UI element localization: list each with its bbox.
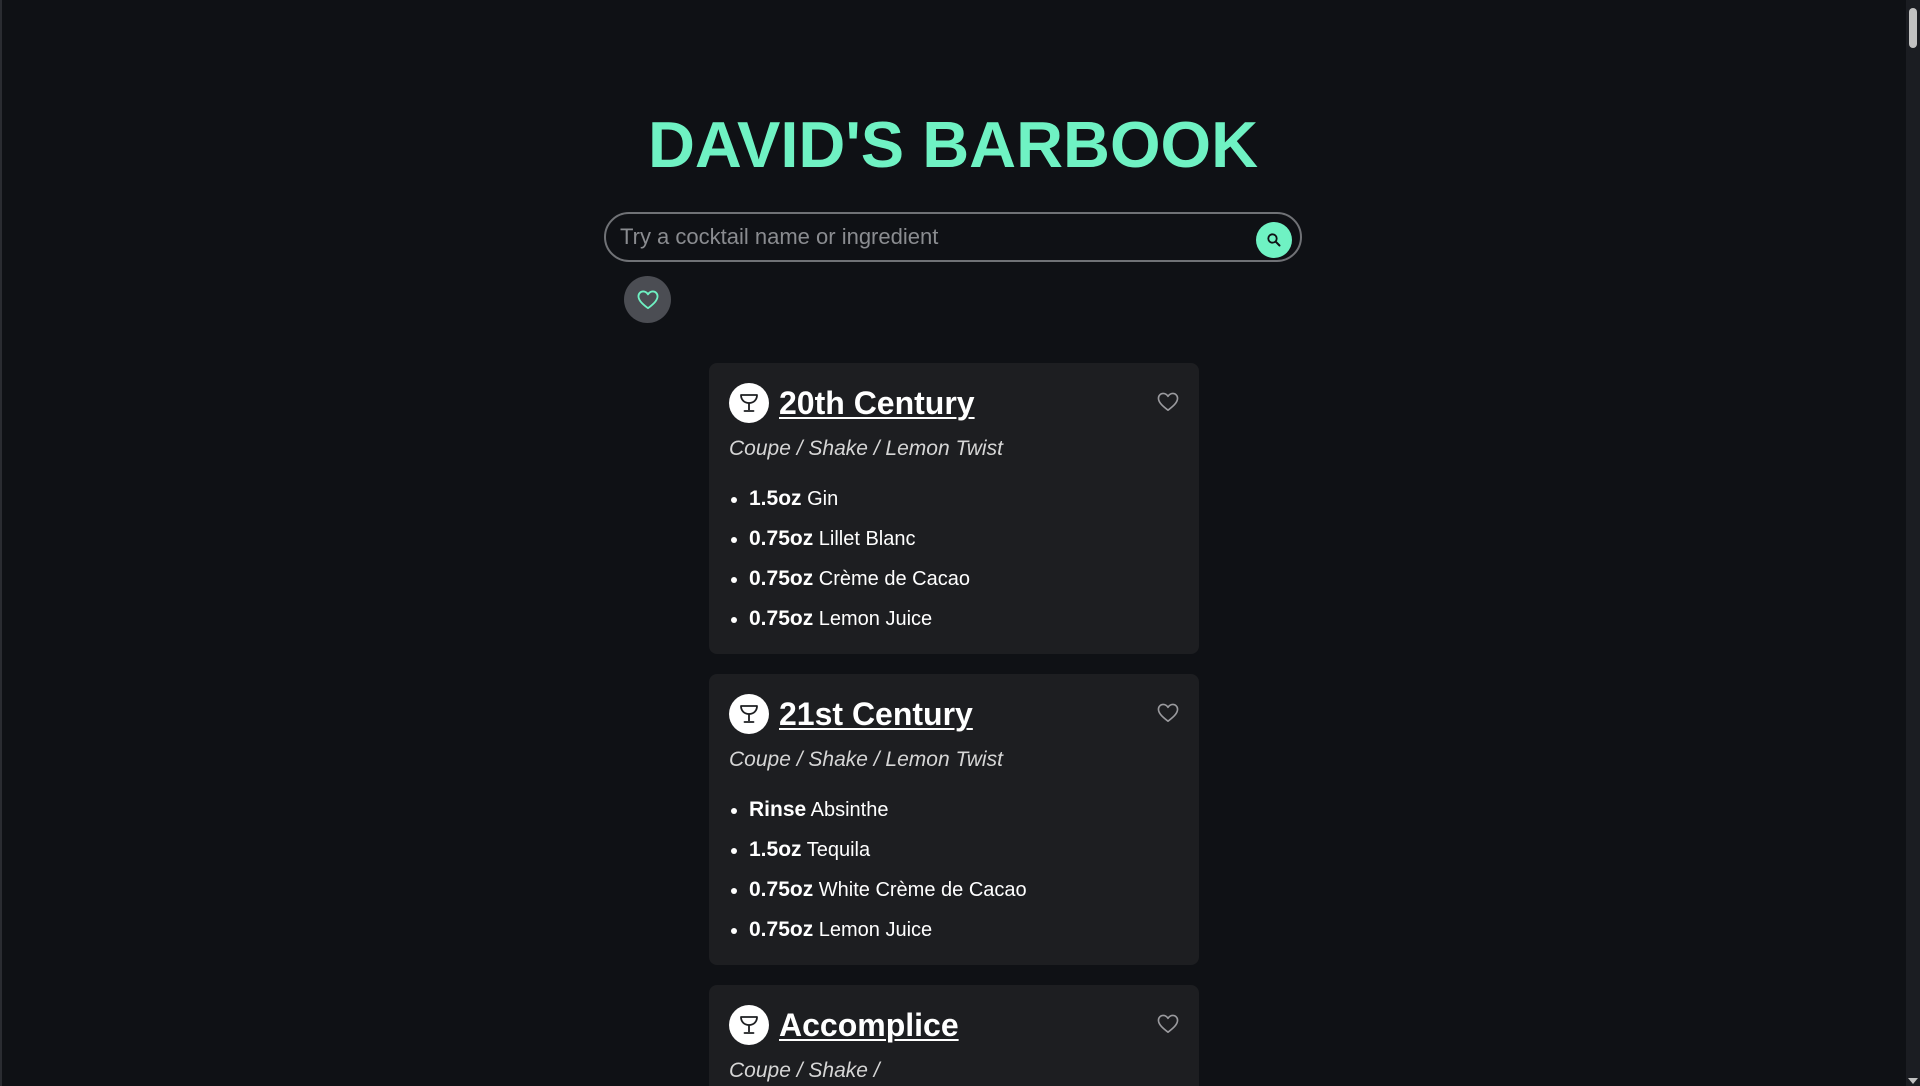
- ingredient-amount: 0.75oz: [749, 527, 814, 550]
- heart-outline-icon: [1157, 392, 1179, 412]
- search-input[interactable]: [620, 214, 1220, 260]
- coupe-glass-icon: [729, 383, 769, 423]
- heart-icon: [637, 290, 659, 310]
- ingredient-amount: 0.75oz: [749, 918, 814, 941]
- heart-outline-icon: [1157, 703, 1179, 723]
- ingredient-name: White Crème de Cacao: [818, 879, 1027, 901]
- ingredient-amount: Rinse: [749, 798, 807, 821]
- search-button[interactable]: [1256, 222, 1292, 258]
- cocktail-meta: Coupe / Shake / Lemon Twist: [729, 437, 1003, 460]
- scrollbar[interactable]: [1906, 0, 1920, 1086]
- ingredient-name: Crème de Cacao: [818, 568, 970, 590]
- cocktail-card: Accomplice Coupe / Shake /: [709, 985, 1199, 1086]
- ingredient-name: Lemon Juice: [818, 919, 933, 941]
- ingredient-list: Rinse Absinthe 1.5oz Tequila 0.75oz Whit…: [729, 790, 1027, 950]
- ingredient-item: 0.75oz Crème de Cacao: [749, 559, 970, 599]
- ingredient-name: Lemon Juice: [818, 608, 933, 630]
- ingredient-amount: 1.5oz: [749, 838, 802, 861]
- ingredient-amount: 0.75oz: [749, 607, 814, 630]
- coupe-glass-icon: [729, 694, 769, 734]
- favorites-filter-button[interactable]: [624, 276, 671, 323]
- ingredient-name: Absinthe: [810, 799, 889, 821]
- cocktail-card: 20th Century Coupe / Shake / Lemon Twist…: [709, 363, 1199, 654]
- ingredient-list: 1.5oz Gin 0.75oz Lillet Blanc 0.75oz Crè…: [729, 479, 970, 639]
- cocktail-name-link[interactable]: 21st Century: [779, 693, 973, 735]
- cocktail-card: 21st Century Coupe / Shake / Lemon Twist…: [709, 674, 1199, 965]
- scroll-down-arrow-icon[interactable]: [1908, 1078, 1918, 1084]
- search-icon: [1266, 232, 1282, 248]
- page-title: DAVID'S BARBOOK: [647, 108, 1259, 181]
- heart-outline-icon: [1157, 1014, 1179, 1034]
- ingredient-item: 1.5oz Gin: [749, 479, 970, 519]
- ingredient-name: Gin: [807, 488, 839, 510]
- favorite-button[interactable]: [1155, 389, 1181, 415]
- cocktail-name-link[interactable]: 20th Century: [779, 382, 975, 424]
- coupe-glass-icon: [729, 1005, 769, 1045]
- cocktail-meta: Coupe / Shake /: [729, 1059, 880, 1082]
- scrollbar-thumb[interactable]: [1909, 8, 1917, 48]
- favorite-button[interactable]: [1155, 700, 1181, 726]
- ingredient-item: 0.75oz Lemon Juice: [749, 599, 970, 639]
- search-bar: [604, 212, 1302, 262]
- page: DAVID'S BARBOOK 20th C: [0, 0, 1920, 1086]
- favorite-button[interactable]: [1155, 1011, 1181, 1037]
- ingredient-name: Lillet Blanc: [818, 528, 916, 550]
- ingredient-amount: 0.75oz: [749, 567, 814, 590]
- ingredient-item: 0.75oz Lemon Juice: [749, 910, 1027, 950]
- cocktail-meta: Coupe / Shake / Lemon Twist: [729, 748, 1003, 771]
- ingredient-item: 1.5oz Tequila: [749, 830, 1027, 870]
- ingredient-amount: 1.5oz: [749, 487, 802, 510]
- ingredient-name: Tequila: [806, 839, 871, 861]
- ingredient-item: 0.75oz Lillet Blanc: [749, 519, 970, 559]
- ingredient-amount: 0.75oz: [749, 878, 814, 901]
- cocktail-name-link[interactable]: Accomplice: [779, 1004, 959, 1046]
- ingredient-item: Rinse Absinthe: [749, 790, 1027, 830]
- ingredient-item: 0.75oz White Crème de Cacao: [749, 870, 1027, 910]
